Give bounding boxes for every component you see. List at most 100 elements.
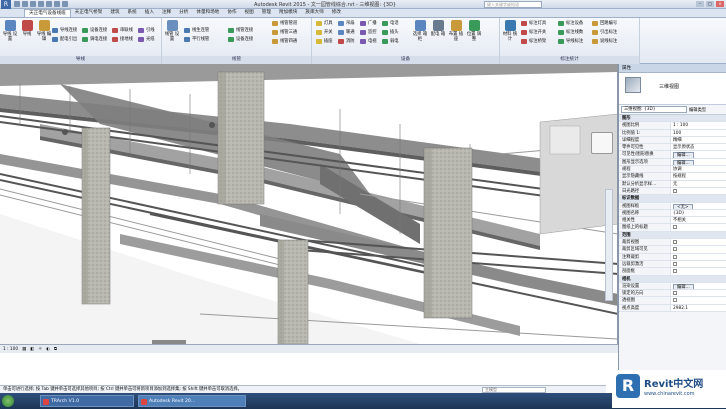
label-tray-button[interactable]: 标注桥架	[521, 38, 546, 45]
weak-current-button[interactable]: 弱电	[382, 38, 399, 45]
property-value[interactable]	[671, 290, 726, 297]
property-category[interactable]: 范围	[619, 231, 726, 240]
tune-connect-button[interactable]: 调电连接	[82, 36, 107, 43]
property-value[interactable]	[671, 297, 726, 304]
detail-level-icon[interactable]: ▦	[22, 347, 26, 352]
wire-edit-button[interactable]: 导线 编辑	[36, 20, 52, 42]
sun-path-icon[interactable]: ☼	[38, 347, 42, 352]
ribbon-tab[interactable]: 插入	[141, 9, 158, 17]
property-value[interactable]: 不相关	[671, 217, 726, 224]
navigation-bar[interactable]	[605, 189, 613, 301]
label-switch-button[interactable]: 标注开关	[521, 29, 546, 36]
monitor-button[interactable]: 监控	[360, 29, 377, 36]
property-checkbox[interactable]	[673, 254, 677, 259]
property-category[interactable]: 图形	[619, 115, 726, 123]
property-value[interactable]	[671, 187, 726, 195]
property-value[interactable]: 编辑...	[671, 151, 726, 158]
visual-style-icon[interactable]: ◧	[30, 347, 34, 352]
property-value[interactable]	[671, 246, 726, 253]
property-value[interactable]: 显示原状态	[671, 144, 726, 151]
lamp-button[interactable]: 灯具	[316, 20, 333, 27]
minimize-icon[interactable]: –	[696, 1, 704, 7]
application-menu-button[interactable]: R	[1, 0, 11, 9]
ribbon-tab[interactable]: 视图	[241, 9, 258, 17]
property-value[interactable]: 100	[671, 129, 726, 136]
property-value[interactable]	[671, 239, 726, 246]
property-checkbox[interactable]	[673, 291, 677, 296]
ribbon-tab[interactable]: 分析	[175, 9, 192, 17]
property-checkbox[interactable]	[673, 269, 677, 274]
line-annotation-button[interactable]: 说线标注	[592, 38, 617, 45]
print-icon[interactable]	[46, 1, 52, 7]
property-value[interactable]: <无>	[671, 202, 726, 209]
ribbon-tab[interactable]: 协作	[223, 9, 240, 17]
save-icon[interactable]	[22, 1, 28, 7]
property-edit-button[interactable]: 编辑...	[673, 152, 694, 158]
property-edit-button[interactable]: 编辑...	[673, 159, 694, 166]
edit-type-button[interactable]: 编辑类型	[689, 107, 706, 113]
wire-settings-button[interactable]: 导线 设置	[2, 20, 18, 42]
conduit-device-button[interactable]: 设备连接	[228, 36, 253, 43]
fire-button[interactable]: 消防	[338, 38, 355, 45]
conduit-tee-button[interactable]: 线管三通	[272, 29, 297, 36]
start-button[interactable]	[2, 395, 14, 407]
3d-view-icon[interactable]	[62, 1, 68, 7]
ground-wire-button[interactable]: 接地线	[112, 36, 133, 43]
close-icon[interactable]: ×	[716, 1, 724, 7]
ribbon-tab[interactable]: 系统	[124, 9, 141, 17]
adjust-position-button[interactable]: 位置 调整	[466, 20, 482, 42]
3d-viewport[interactable]	[0, 64, 618, 344]
measure-icon[interactable]	[54, 1, 60, 7]
broadcast-button[interactable]: 广播	[360, 20, 377, 27]
distribution-box-button[interactable]: 配电 箱	[430, 20, 446, 37]
property-value[interactable]	[671, 260, 726, 268]
hvac-button[interactable]: 暖通	[338, 29, 355, 36]
tv-button[interactable]: 电视	[360, 38, 377, 45]
label-lamp-button[interactable]: 标注灯具	[521, 20, 546, 27]
ribbon-tab[interactable]: 族库大师	[301, 9, 327, 17]
task-revit[interactable]: Autodesk Revit 20...	[138, 395, 246, 407]
conduit-link-button[interactable]: 线生连管	[184, 27, 209, 34]
open-icon[interactable]	[14, 1, 20, 7]
property-value[interactable]: 无	[671, 180, 726, 187]
lead-annotation-button[interactable]: 引出标注	[592, 29, 617, 36]
property-value[interactable]: 编辑...	[671, 282, 726, 290]
label-device-button[interactable]: 标注设备	[558, 20, 583, 27]
ribbon-tab[interactable]: 天正电气桥架	[71, 9, 107, 17]
ribbon-tab[interactable]: 天正电气设备线缆	[24, 9, 71, 17]
task-tarch[interactable]: TRArch V1.0	[40, 395, 134, 407]
ribbon-tab[interactable]: 附加模块	[275, 9, 301, 17]
view-scale[interactable]: 1 : 100	[3, 347, 18, 352]
ribbon-tab[interactable]: 修改	[328, 9, 345, 17]
ribbon-tab[interactable]: 注释	[158, 9, 175, 17]
fiber-button[interactable]: 光纸	[138, 36, 155, 43]
conduit-connect-button[interactable]: 线管连接	[228, 27, 253, 34]
ceiling-fan-button[interactable]: 吊扇	[338, 20, 355, 27]
property-value[interactable]: 1 : 100	[671, 122, 726, 129]
crop-view-icon[interactable]: ⧉	[54, 347, 57, 352]
property-checkbox[interactable]	[673, 298, 677, 303]
wire-button[interactable]: 导线	[19, 20, 35, 37]
place-socket-button[interactable]: 布置 插座	[448, 20, 464, 42]
wire-lead-button[interactable]: 配电引出	[52, 36, 77, 43]
plug-button[interactable]: 插头	[382, 29, 399, 36]
conduit-settings-button[interactable]: 线管 设置	[164, 20, 180, 42]
property-value[interactable]: 2982.1	[671, 304, 726, 312]
label-wire-count-button[interactable]: 标注线数	[558, 29, 583, 36]
series-wire-button[interactable]: 串联线	[112, 27, 133, 34]
property-checkbox[interactable]	[673, 240, 677, 245]
property-value[interactable]: 精细	[671, 136, 726, 144]
device-connect-button[interactable]: 设备连接	[82, 27, 107, 34]
property-edit-button[interactable]: <无>	[673, 203, 693, 209]
conduit-cross-button[interactable]: 线管四通	[272, 38, 297, 45]
phone-button[interactable]: 电话	[382, 20, 399, 27]
lead-wire-button[interactable]: 引线	[138, 27, 155, 34]
redo-icon[interactable]	[38, 1, 44, 7]
shadows-icon[interactable]: ◐	[46, 347, 50, 352]
maximize-icon[interactable]: □	[706, 1, 714, 7]
conduit-pipe-button[interactable]: 线管管道	[272, 20, 297, 27]
property-value[interactable]: 协调	[671, 166, 726, 173]
socket-button[interactable]: 插座	[316, 38, 333, 45]
property-value[interactable]	[671, 268, 726, 275]
property-value[interactable]: 编辑...	[671, 158, 726, 166]
